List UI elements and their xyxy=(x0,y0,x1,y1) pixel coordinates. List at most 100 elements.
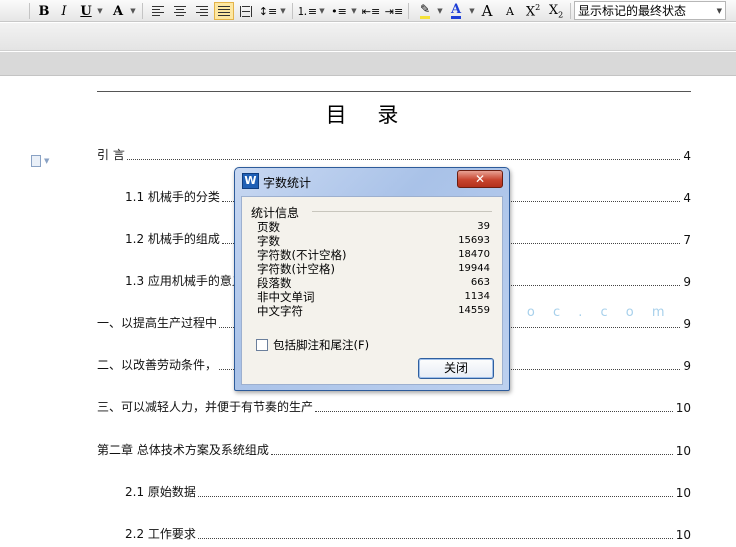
markup-view-select[interactable]: 显示标记的最终状态 ▼ xyxy=(574,1,726,20)
toc-entry[interactable]: 2.2 工作要求 10 xyxy=(125,526,691,542)
toc-page-number: 4 xyxy=(683,149,691,163)
toc-entry-text: 1.1 机械手的分类 xyxy=(125,190,220,204)
bold-button[interactable]: B xyxy=(35,2,53,20)
include-footnotes-option[interactable]: 包括脚注和尾注(F) xyxy=(256,337,369,353)
grow-font-button[interactable]: A xyxy=(478,2,496,20)
distributed-icon xyxy=(240,5,252,17)
bullets-dropdown[interactable]: ▼ xyxy=(350,2,358,20)
markup-view-value: 显示标记的最终状态 xyxy=(578,4,687,18)
close-icon[interactable]: ✕ xyxy=(457,170,503,188)
stat-label: 字数 xyxy=(257,234,280,248)
stat-row-pages: 页数 39 xyxy=(257,220,490,234)
justify-button[interactable] xyxy=(214,2,234,20)
toolbar-separator xyxy=(29,3,30,19)
stat-value: 14559 xyxy=(458,305,490,316)
text-effects-dropdown[interactable]: ▼ xyxy=(129,2,137,20)
chevron-down-icon: ▼ xyxy=(44,157,50,165)
toolbar-separator xyxy=(570,3,571,19)
superscript-button[interactable]: X2 xyxy=(523,2,543,20)
superscript-mark: 2 xyxy=(535,2,541,12)
shrink-font-button[interactable]: A xyxy=(501,2,519,20)
stat-label: 段落数 xyxy=(257,276,292,290)
grow-font-icon: A xyxy=(481,2,493,20)
stat-row-paragraphs: 段落数 663 xyxy=(257,276,490,290)
toolbar-separator xyxy=(292,3,293,19)
text-effects-icon: A xyxy=(112,3,124,19)
include-footnotes-label: 包括脚注和尾注(F) xyxy=(273,338,370,352)
toc-entry[interactable]: 2.1 原始数据 10 xyxy=(125,484,691,500)
toc-entry[interactable]: 第二章 总体技术方案及系统组成 10 xyxy=(97,442,691,458)
toc-entry-text: 2.2 工作要求 xyxy=(125,527,196,541)
numbering-button[interactable]: ⒈≡ xyxy=(296,2,318,20)
numbering-dropdown[interactable]: ▼ xyxy=(318,2,326,20)
line-spacing-button[interactable]: ↕≡ xyxy=(258,2,278,20)
dialog-body: 统计信息 页数 39 字数 15693 字符数(不计空格) 18470 字符数(… xyxy=(241,196,503,385)
include-footnotes-checkbox[interactable] xyxy=(256,339,268,351)
toc-page-number: 9 xyxy=(683,359,691,373)
align-right-button[interactable] xyxy=(194,2,210,20)
stat-row-chinese-chars: 中文字符 14559 xyxy=(257,304,490,318)
toc-title: 目 录 xyxy=(325,103,411,127)
superscript-x: X xyxy=(525,4,536,20)
line-spacing-dropdown[interactable]: ▼ xyxy=(279,2,287,20)
align-center-button[interactable] xyxy=(172,2,188,20)
stat-row-chars-no-spaces: 字符数(不计空格) 18470 xyxy=(257,248,490,262)
decrease-indent-button[interactable]: ⇤≡ xyxy=(362,2,380,20)
stat-row-words: 字数 15693 xyxy=(257,234,490,248)
dialog-titlebar[interactable]: W 字数统计 ✕ xyxy=(235,168,509,194)
stat-label: 中文字符 xyxy=(257,304,303,318)
page-gap xyxy=(0,52,736,76)
underline-button[interactable]: U xyxy=(77,2,95,20)
stat-value: 663 xyxy=(470,277,490,288)
toc-entry[interactable]: 引 言 4 xyxy=(97,147,691,163)
stat-value: 1134 xyxy=(464,291,490,302)
justify-icon xyxy=(218,5,230,17)
underline-dropdown[interactable]: ▼ xyxy=(96,2,104,20)
toc-page-number: 7 xyxy=(683,233,691,247)
font-color-dropdown[interactable]: ▼ xyxy=(468,2,476,20)
highlight-button[interactable]: ✎ xyxy=(416,2,434,20)
toc-leader xyxy=(126,159,681,160)
toc-page-number: 10 xyxy=(675,401,691,415)
subscript-x: X xyxy=(548,2,559,18)
toc-entry-text: 一、以提高生产过程中 xyxy=(97,316,218,330)
highlight-dropdown[interactable]: ▼ xyxy=(436,2,444,20)
distributed-button[interactable] xyxy=(238,2,254,20)
text-effects-button[interactable]: A xyxy=(109,2,127,20)
subscript-button[interactable]: X2 xyxy=(546,2,566,20)
align-left-button[interactable] xyxy=(150,2,166,20)
ruler-area xyxy=(0,23,736,51)
numbering-icon: ⒈≡ xyxy=(296,5,318,18)
highlight-icon: ✎ xyxy=(419,3,431,19)
stats-group-label: 统计信息 xyxy=(251,204,303,221)
close-button[interactable]: 关闭 xyxy=(418,358,494,379)
subscript-icon: X2 xyxy=(549,3,563,20)
toc-entry-text: 第二章 总体技术方案及系统组成 xyxy=(97,443,269,457)
underline-icon: U xyxy=(80,3,92,19)
line-spacing-icon: ↕≡ xyxy=(258,4,278,18)
font-color-button[interactable]: A xyxy=(447,2,465,20)
paragraph-menu-handle[interactable]: ▼ xyxy=(31,155,49,167)
toc-leader xyxy=(315,411,673,412)
align-left-icon xyxy=(152,5,164,17)
toc-entry-text: 二、以改善劳动条件， xyxy=(97,358,218,372)
word-count-dialog: W 字数统计 ✕ 统计信息 页数 39 字数 15693 字符数(不计空格) 1… xyxy=(234,167,510,391)
toc-page-number: 10 xyxy=(675,486,691,500)
stat-value: 19944 xyxy=(458,263,490,274)
shrink-font-icon: A xyxy=(506,4,514,18)
toc-entry-text: 引 言 xyxy=(97,148,125,162)
dialog-title: 字数统计 xyxy=(263,176,312,190)
toc-entry[interactable]: 三、可以减轻人力，并便于有节奏的生产 10 xyxy=(97,399,691,415)
toc-page-number: 10 xyxy=(675,444,691,458)
stat-value: 39 xyxy=(477,221,490,232)
italic-icon: I xyxy=(61,3,67,19)
stat-value: 15693 xyxy=(458,235,490,246)
font-color-icon: A xyxy=(450,2,462,19)
bullets-button[interactable]: •≡ xyxy=(331,2,347,20)
subscript-mark: 2 xyxy=(558,10,564,20)
italic-button[interactable]: I xyxy=(55,2,73,20)
stat-value: 18470 xyxy=(458,249,490,260)
toc-page-number: 9 xyxy=(683,317,691,331)
toc-entry-text: 1.3 应用机械手的意义 xyxy=(125,274,244,288)
increase-indent-button[interactable]: ⇥≡ xyxy=(385,2,403,20)
